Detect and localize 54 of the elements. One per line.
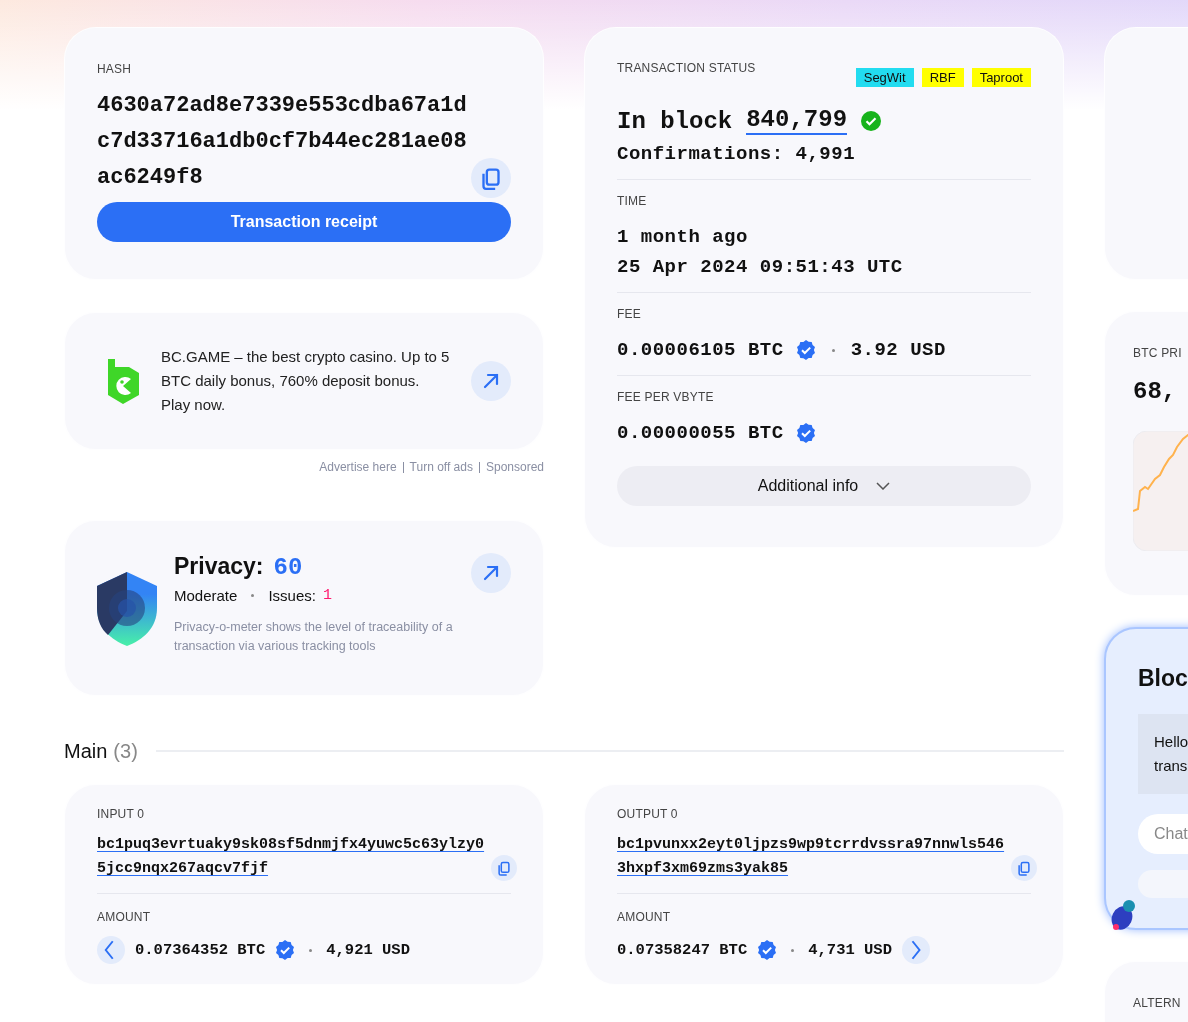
tag: RBF [921, 67, 964, 87]
ad-text: BC.GAME – the best crypto casino. Up to 5 BTC daily bonus, 760% deposit bonus. Play now. [161, 347, 451, 415]
section-label: AMOUNT [617, 910, 672, 924]
privacy-title: Privacy: [174, 553, 264, 580]
issues-count: 1 [322, 587, 332, 604]
amount-usd: 4,921 USD [326, 941, 410, 959]
address-link[interactable]: bc1puq3evrtuaky9sk08sf5dnmjfx4yuwc5c63ylzy05jcc9nqx267aqcv7fjf [97, 833, 485, 881]
section-title: Main [64, 739, 108, 763]
external-link-icon[interactable] [471, 553, 511, 593]
tag: Taproot [971, 67, 1031, 87]
timestamp: 25 Apr 2024 09:51:43 UTC [617, 256, 904, 278]
confirmations: Confirmations: 4,991 [617, 143, 857, 165]
section-label: FEE [617, 307, 642, 321]
tag: SegWit [855, 67, 914, 87]
fee-usd: 3.92 USD [850, 339, 946, 361]
section-label: AMOUNT [97, 910, 152, 924]
section-label: INPUT 0 [97, 807, 146, 821]
copy-icon[interactable] [491, 855, 517, 881]
shield-icon [97, 572, 157, 646]
chat-input[interactable]: Chat [1138, 814, 1188, 854]
section-label: HASH [97, 62, 133, 76]
transaction-hash: 4630a72ad8e7339e553cdba67a1dc7d33716a1db0cf7b44ec281ae08ac6249f8 [97, 92, 468, 192]
chevron-right-icon[interactable] [901, 936, 930, 964]
address-link[interactable]: bc1pvunxx2eyt0ljpzs9wp9tcrrdvssra97nnwls5463hxpf3xm69zms3yak85 [617, 833, 1005, 881]
additional-info-button[interactable]: Additional info [617, 466, 1031, 506]
privacy-description: Privacy-o-meter shows the level of traceability of a transaction via various tracking tools [174, 619, 454, 655]
section-label: TRANSACTION STATUS [617, 61, 756, 75]
section-label: ALTERN [1133, 996, 1182, 1010]
chevron-down-icon [876, 482, 891, 490]
privacy-rating: Moderate [174, 587, 238, 604]
section-count: (3) [113, 739, 138, 763]
amount-usd: 4,731 USD [808, 941, 892, 959]
section-label: TIME [617, 194, 648, 208]
btc-price: 68, [1133, 378, 1178, 405]
chevron-left-icon[interactable] [97, 936, 125, 964]
copy-icon[interactable] [1011, 855, 1037, 881]
section-label: FEE PER VBYTE [617, 390, 715, 404]
chat-message: Hello trans [1138, 714, 1188, 794]
external-link-icon[interactable] [471, 361, 511, 401]
section-label: OUTPUT 0 [617, 807, 679, 821]
receipt-button[interactable]: Transaction receipt [97, 202, 511, 242]
fee-rate: 0.00000055 BTC [617, 422, 784, 444]
chat-title: Bloc [1138, 665, 1188, 692]
amount-btc: 0.07364352 BTC [135, 941, 266, 959]
copy-icon[interactable] [471, 158, 511, 198]
fee-btc: 0.00006105 BTC [617, 339, 784, 361]
relative-time: 1 month ago [617, 226, 749, 248]
block-label: In block [617, 107, 733, 135]
amount-btc: 0.07358247 BTC [617, 941, 748, 959]
block-link[interactable]: 840,799 [746, 107, 848, 135]
issues-label: Issues: [268, 587, 316, 604]
privacy-score: 60 [273, 554, 303, 581]
logo-icon [105, 357, 141, 405]
section-label: BTC PRI [1133, 346, 1183, 360]
